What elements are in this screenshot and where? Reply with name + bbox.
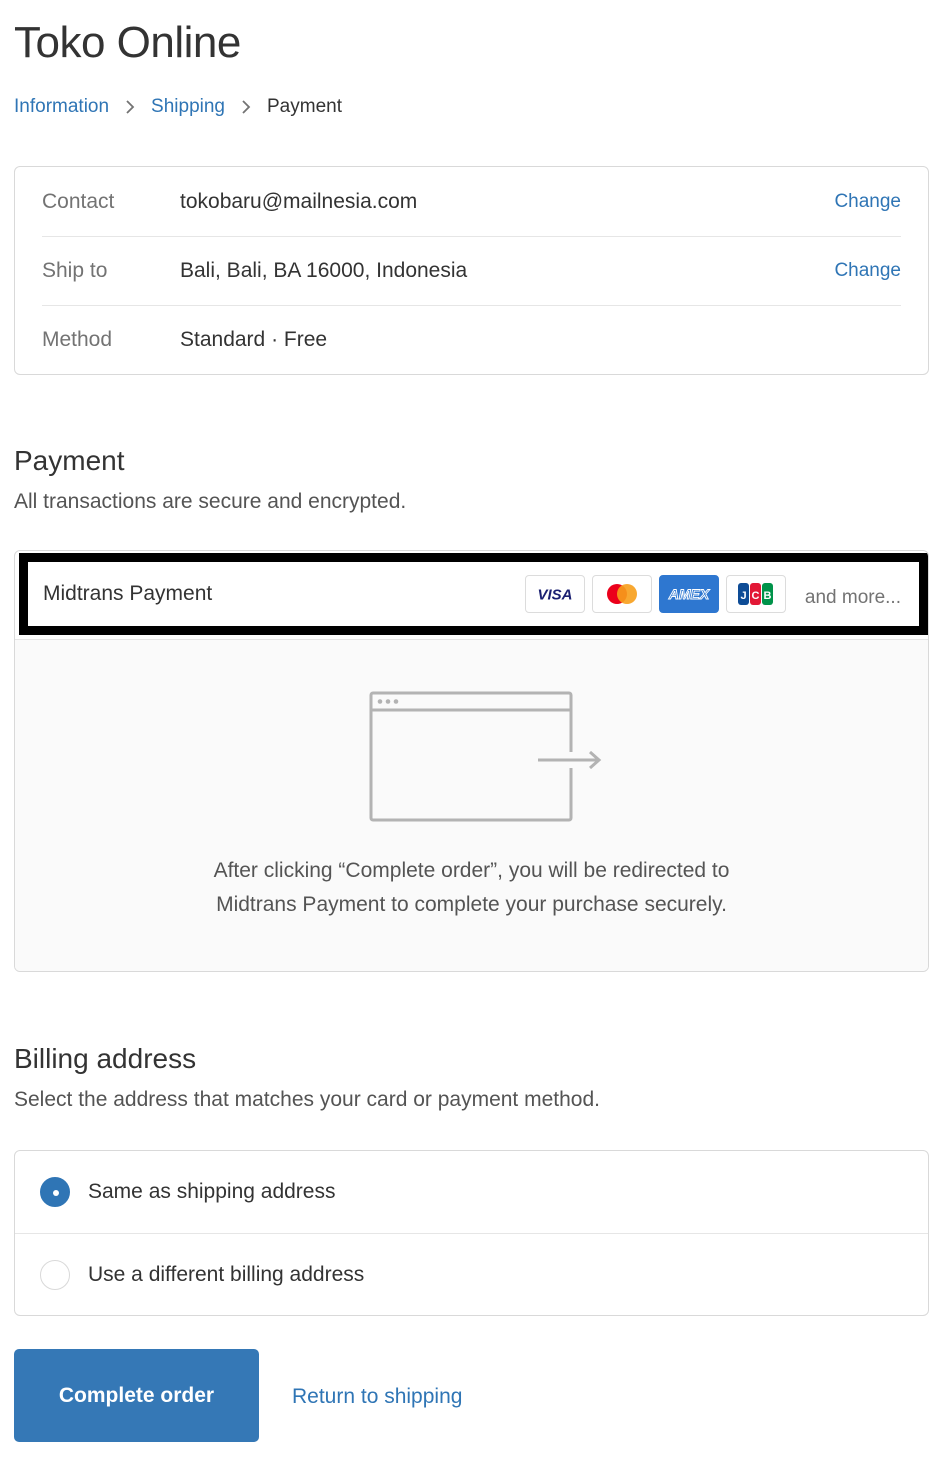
return-to-shipping-link[interactable]: Return to shipping [292,1385,462,1409]
change-contact-link[interactable]: Change [834,191,901,213]
card-icons: VISA AMEX J C B and more... [524,575,901,613]
radio-unselected[interactable] [40,1259,70,1290]
payment-method-option[interactable]: Midtrans Payment VISA AMEX J C B and mor… [19,553,928,635]
svg-text:J: J [740,590,746,602]
billing-option-label: Same as shipping address [88,1180,336,1203]
radio-selected[interactable] [40,1177,70,1207]
review-label: Method [42,328,113,351]
review-row-contact: Contact tokobaru@mailnesia.com Change [42,167,901,236]
billing-subtitle: Select the address that matches your car… [14,1088,600,1111]
review-label: Contact [42,189,115,213]
chevron-right-icon [225,99,267,115]
payment-method-name: Midtrans Payment [43,582,213,605]
review-value: Bali, Bali, BA 16000, Indonesia [180,259,468,282]
billing-option-label: Use a different billing address [88,1262,365,1286]
redirect-message-line: After clicking “Complete order”, you wil… [213,859,730,882]
payment-subtitle: All transactions are secure and encrypte… [14,490,407,513]
billing-title: Billing address [14,1043,197,1074]
breadcrumb-information[interactable]: Information [14,96,109,118]
complete-order-button[interactable]: Complete order [14,1349,259,1442]
breadcrumb-shipping[interactable]: Shipping [151,96,225,118]
order-review-box: Contact tokobaru@mailnesia.com Change Sh… [14,166,929,375]
billing-option-same[interactable]: Same as shipping address [15,1151,928,1233]
mastercard-icon [591,575,652,613]
amex-icon: AMEX [658,575,719,613]
breadcrumb: Information Shipping Payment [14,96,342,118]
review-label: Ship to [42,259,108,282]
svg-text:AMEX: AMEX [668,586,711,602]
review-value: tokobaru@mailnesia.com [180,189,418,213]
and-more-label: and more... [804,587,901,608]
browser-redirect-icon [369,691,602,822]
billing-address-options: Same as shipping address Use a different… [14,1150,929,1316]
svg-text:B: B [763,590,771,602]
svg-text:VISA: VISA [537,587,572,603]
review-row-ship-to: Ship to Bali, Bali, BA 16000, Indonesia … [42,236,901,305]
svg-text:C: C [751,590,759,602]
change-ship-to-link[interactable]: Change [834,260,901,282]
review-row-method: Method Standard · Free [42,305,901,374]
chevron-right-icon [109,99,151,115]
redirect-panel: After clicking “Complete order”, you wil… [15,639,928,971]
redirect-message: After clicking “Complete order”, you wil… [15,854,928,922]
store-title: Toko Online [14,18,241,67]
payment-method-box: Midtrans Payment VISA AMEX J C B and mor… [14,550,929,972]
billing-option-different[interactable]: Use a different billing address [15,1233,928,1315]
payment-title: Payment [14,445,125,476]
breadcrumb-payment: Payment [267,96,342,117]
visa-icon: VISA [524,575,585,613]
review-value: Standard · Free [180,328,328,351]
jcb-icon: J C B [725,575,786,613]
redirect-message-line: Midtrans Payment to complete your purcha… [216,893,727,916]
